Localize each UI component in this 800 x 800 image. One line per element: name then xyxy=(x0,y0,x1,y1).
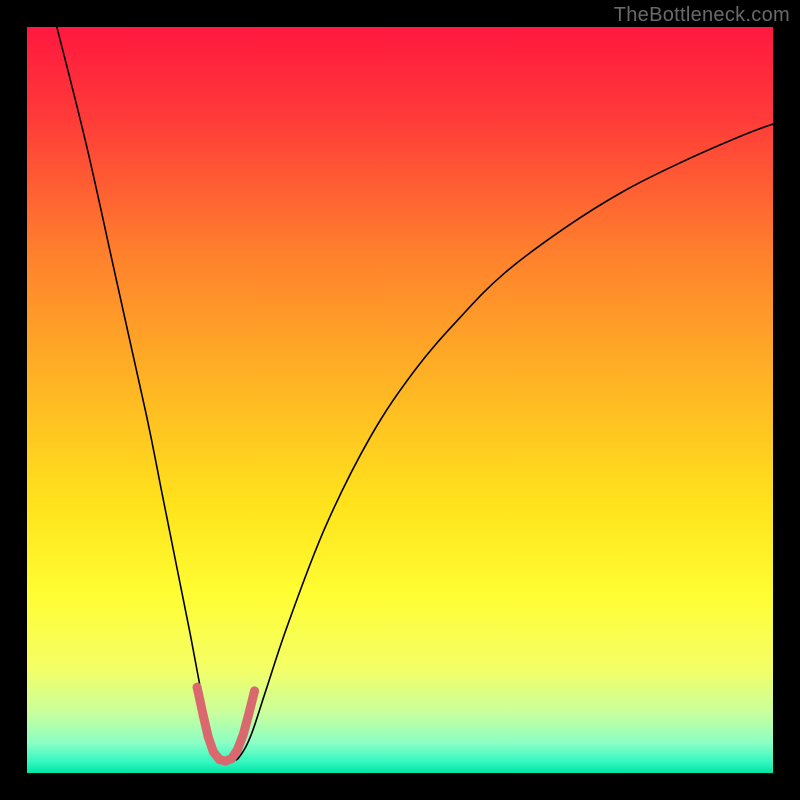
chart-svg xyxy=(27,27,773,773)
gradient-background xyxy=(27,27,773,773)
chart-frame: TheBottleneck.com xyxy=(0,0,800,800)
plot-area xyxy=(27,27,773,773)
watermark-text: TheBottleneck.com xyxy=(614,4,790,27)
